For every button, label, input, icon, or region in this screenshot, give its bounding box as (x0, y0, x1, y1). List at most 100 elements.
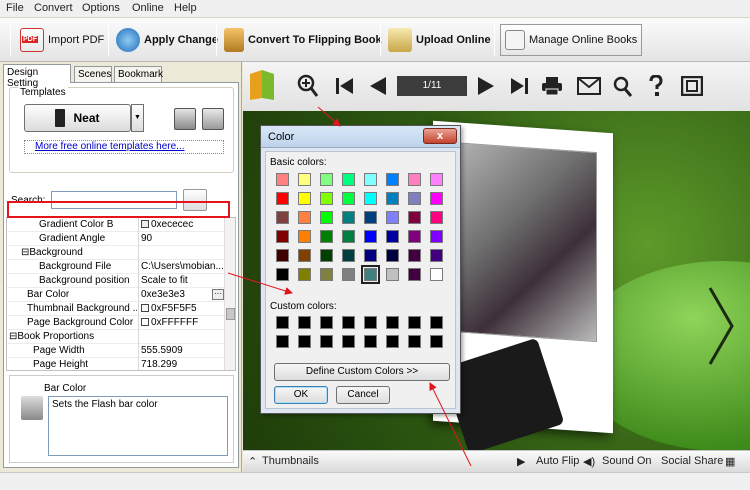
sound-on-button[interactable]: Sound On (602, 455, 652, 467)
property-category[interactable]: ⊟Book Proportions (7, 330, 225, 344)
social-share-icon[interactable]: ▦ (725, 455, 735, 468)
basic-color-swatch[interactable] (298, 173, 311, 186)
custom-color-swatch[interactable] (342, 316, 355, 329)
menu-options[interactable]: Options (82, 2, 120, 14)
basic-color-swatch[interactable] (320, 192, 333, 205)
basic-color-swatch[interactable] (342, 249, 355, 262)
basic-color-swatch[interactable] (430, 192, 443, 205)
thumbnails-toggle-icon[interactable]: ⌃ (248, 455, 257, 468)
basic-color-swatch[interactable] (386, 211, 399, 224)
property-value[interactable]: 0xFFFFFF (138, 316, 225, 330)
menu-file[interactable]: File (6, 2, 24, 14)
basic-color-swatch[interactable] (342, 173, 355, 186)
custom-color-swatch[interactable] (364, 335, 377, 348)
ellipsis-button[interactable]: ··· (212, 289, 224, 300)
custom-color-swatch[interactable] (364, 316, 377, 329)
menu-help[interactable]: Help (174, 2, 197, 14)
property-value[interactable]: 555.5909 (138, 344, 225, 358)
property-row[interactable]: Thumbnail Background ... 0xF5F5F5 (7, 302, 225, 316)
custom-color-swatch[interactable] (298, 335, 311, 348)
cancel-button[interactable]: Cancel (336, 386, 390, 404)
property-value[interactable]: 90 (138, 232, 225, 246)
thumbnails-button[interactable]: Thumbnails (262, 455, 319, 467)
property-row[interactable]: Gradient Color B 0xececec (7, 218, 225, 232)
basic-color-swatch[interactable] (342, 192, 355, 205)
custom-color-swatch[interactable] (276, 316, 289, 329)
email-icon[interactable] (577, 77, 601, 95)
basic-color-swatch[interactable] (298, 230, 311, 243)
property-value[interactable]: 0xececec (138, 218, 225, 232)
basic-color-swatch[interactable] (408, 211, 421, 224)
custom-color-swatch[interactable] (320, 316, 333, 329)
basic-color-swatch[interactable] (408, 230, 421, 243)
convert-button[interactable]: Convert To Flipping Book (224, 24, 382, 56)
custom-color-swatch[interactable] (430, 335, 443, 348)
auto-flip-icon[interactable]: ▶ (517, 455, 525, 468)
scrollbar-thumb[interactable] (226, 308, 235, 320)
auto-flip-button[interactable]: Auto Flip (536, 455, 579, 467)
custom-color-swatch[interactable] (386, 316, 399, 329)
manage-online-books-button[interactable]: Manage Online Books (500, 24, 643, 56)
help-icon[interactable] (648, 75, 664, 97)
basic-color-swatch[interactable] (320, 268, 333, 281)
custom-color-swatch[interactable] (386, 335, 399, 348)
import-pdf-button[interactable]: PDF Import PDF (20, 24, 104, 56)
print-icon[interactable] (541, 76, 563, 96)
tab-bookmark[interactable]: Bookmark (114, 66, 163, 83)
basic-color-swatch[interactable] (386, 192, 399, 205)
property-row[interactable]: Page Background Color 0xFFFFFF (7, 316, 225, 330)
basic-color-swatch[interactable] (276, 173, 289, 186)
speaker-icon[interactable]: ◀) (583, 455, 595, 468)
basic-color-swatch[interactable] (408, 173, 421, 186)
basic-color-swatch[interactable] (342, 268, 355, 281)
basic-color-swatch[interactable] (364, 249, 377, 262)
basic-color-swatch[interactable] (430, 268, 443, 281)
basic-color-swatch[interactable] (364, 230, 377, 243)
basic-color-swatch[interactable] (430, 211, 443, 224)
tab-scenes[interactable]: Scenes (74, 66, 112, 83)
custom-color-swatch[interactable] (408, 335, 421, 348)
property-row[interactable]: Page Width 555.5909 (7, 344, 225, 358)
basic-color-swatch[interactable] (342, 230, 355, 243)
template-select-button[interactable]: Neat (24, 104, 131, 132)
basic-color-swatch[interactable] (386, 173, 399, 186)
basic-color-swatch[interactable] (361, 265, 380, 284)
custom-color-swatch[interactable] (298, 316, 311, 329)
zoom-in-icon[interactable] (297, 74, 319, 98)
basic-color-swatch[interactable] (430, 230, 443, 243)
property-row[interactable]: Gradient Angle 90 (7, 232, 225, 246)
basic-color-swatch[interactable] (276, 230, 289, 243)
property-grid-scrollbar[interactable] (224, 218, 235, 370)
color-dialog-titlebar[interactable]: Color x (261, 126, 460, 148)
basic-color-swatch[interactable] (386, 230, 399, 243)
basic-color-swatch[interactable] (430, 249, 443, 262)
property-value[interactable]: C:\Users\mobian... (138, 260, 225, 274)
custom-color-swatch[interactable] (430, 316, 443, 329)
property-row[interactable]: Background position Scale to fit (7, 274, 225, 288)
menu-convert[interactable]: Convert (34, 2, 73, 14)
basic-color-swatch[interactable] (298, 211, 311, 224)
property-value[interactable]: 0xF5F5F5 (138, 302, 225, 316)
property-value[interactable]: 718.299 (138, 358, 225, 370)
page-indicator[interactable]: 1/11 (397, 76, 467, 96)
basic-color-swatch[interactable] (320, 230, 333, 243)
basic-color-swatch[interactable] (364, 192, 377, 205)
property-row-selected[interactable]: Bar Color 0xe3e3e3 ··· (7, 288, 225, 302)
basic-color-swatch[interactable] (364, 173, 377, 186)
basic-color-swatch[interactable] (364, 211, 377, 224)
property-value[interactable]: 0xe3e3e3 ··· (138, 288, 225, 302)
basic-color-swatch[interactable] (430, 173, 443, 186)
upload-online-button[interactable]: Upload Online (388, 24, 491, 56)
basic-color-swatch[interactable] (386, 268, 399, 281)
menu-online[interactable]: Online (132, 2, 164, 14)
basic-color-swatch[interactable] (386, 249, 399, 262)
social-share-button[interactable]: Social Share (661, 455, 723, 467)
tab-design-setting[interactable]: Design Setting (3, 64, 71, 89)
ok-button[interactable]: OK (274, 386, 328, 404)
define-custom-colors-button[interactable]: Define Custom Colors >> (274, 363, 450, 381)
previous-page-icon[interactable] (369, 76, 387, 96)
basic-color-swatch[interactable] (320, 173, 333, 186)
custom-color-swatch[interactable] (342, 335, 355, 348)
basic-color-swatch[interactable] (298, 268, 311, 281)
basic-color-swatch[interactable] (276, 192, 289, 205)
